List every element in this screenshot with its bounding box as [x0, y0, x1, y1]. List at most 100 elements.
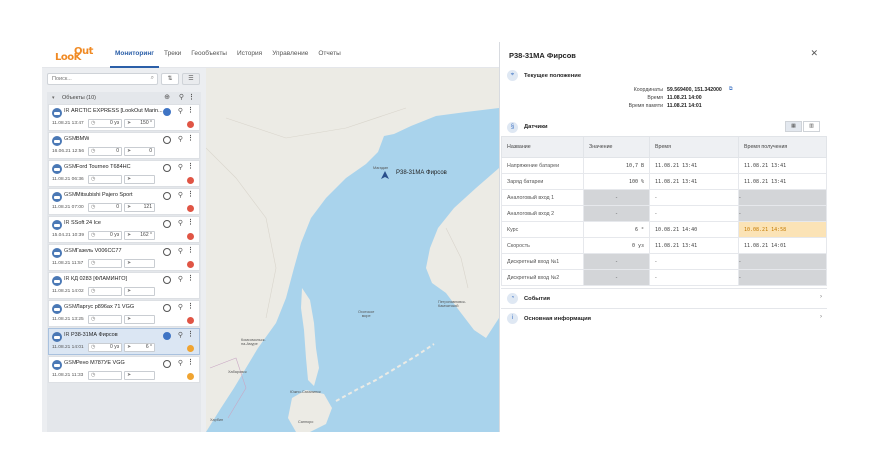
list-item[interactable]: IR КД 0283 [ФЛАМИНГО] 11.08.21 14:02 ◷ ➤ ⚲ ⋮	[48, 272, 200, 299]
target-icon[interactable]	[163, 164, 171, 172]
sensor-value: -	[583, 253, 650, 270]
col-name[interactable]: Название	[501, 136, 584, 158]
more-icon[interactable]: ⋮	[187, 218, 194, 226]
group-header[interactable]: ▾ Объекты (10) ⊕ ⚲ ⋮	[47, 92, 201, 104]
last-update-time: 16.06.21 12:56	[52, 149, 85, 154]
map-label-khabarovsk: Хабаровск	[228, 370, 247, 374]
more-icon[interactable]: ⋮	[188, 92, 195, 104]
lookout-logo[interactable]: LooK Out	[55, 46, 93, 66]
view-toggle-button[interactable]: ☰	[182, 73, 200, 85]
device-type: IR	[64, 332, 70, 338]
target-icon[interactable]: ⊕	[164, 92, 170, 104]
table-row[interactable]: Дискретный вход №1- - -	[501, 253, 827, 270]
route-icon[interactable]: ⚲	[178, 191, 183, 199]
list-item[interactable]: GSM Газель V006СС77 11.08.21 11:57 ◷ ➤ ⚲ ⋮	[48, 244, 200, 271]
chart-view-button[interactable]: ▥	[803, 121, 820, 132]
tab-monitoring[interactable]: Мониторинг	[110, 42, 159, 68]
device-type: GSM	[64, 248, 77, 254]
target-icon[interactable]	[163, 220, 171, 228]
target-icon[interactable]	[163, 332, 171, 340]
more-icon[interactable]: ⋮	[187, 134, 194, 142]
speed-value: 0	[116, 204, 119, 210]
tab-management[interactable]: Управление	[267, 42, 313, 68]
route-icon[interactable]: ⚲	[178, 219, 183, 227]
list-item[interactable]: GSM Mitsubishi Pajero Sport 11.08.21 07:00…	[48, 188, 200, 215]
position-section-title: Текущее положение	[524, 73, 582, 79]
route-icon[interactable]: ⚲	[178, 331, 183, 339]
more-icon[interactable]: ⋮	[187, 162, 194, 170]
route-icon[interactable]: ⚲	[178, 107, 183, 115]
speed-field: ◷ 0	[88, 203, 122, 212]
list-item[interactable]: GSM Ларгус р896ах 71 VGG 11.08.21 13:25 ◷ ➤ ⚲…	[48, 300, 200, 327]
last-update-time: 11.08.21 13:47	[52, 121, 84, 126]
device-type: GSM	[64, 136, 77, 142]
status-badge	[187, 317, 194, 324]
objects-list: ▾ Объекты (10) ⊕ ⚲ ⋮ IR ARCTIC EXPRESS [L…	[47, 92, 201, 432]
more-icon[interactable]: ⋮	[187, 106, 194, 114]
table-row[interactable]: Аналоговый вход 1---	[501, 189, 827, 206]
sort-button[interactable]: ⇅	[161, 73, 179, 85]
tab-history[interactable]: История	[232, 42, 267, 68]
object-name: Р38-31МА Фирсов	[71, 332, 118, 338]
speed-field: ◷ 0 уз	[88, 343, 122, 352]
events-accordion[interactable]: ◔ События ›	[501, 288, 827, 308]
target-icon[interactable]	[163, 304, 171, 312]
route-icon[interactable]: ⚲	[178, 359, 183, 367]
vehicle-avatar-icon	[52, 220, 62, 230]
table-view-button[interactable]: ▦	[785, 121, 802, 132]
target-icon[interactable]	[163, 248, 171, 256]
target-icon[interactable]	[163, 136, 171, 144]
more-icon[interactable]: ⋮	[187, 274, 194, 282]
more-icon[interactable]: ⋮	[187, 190, 194, 198]
sensor-name: Напряжение батареи	[501, 157, 584, 174]
col-received[interactable]: Время получения	[738, 136, 827, 158]
status-badge	[187, 177, 194, 184]
search-icon[interactable]: ⌕	[151, 75, 154, 82]
table-row[interactable]: Напряжение батареи 10,7 В 11.08.21 13:41 11…	[501, 157, 827, 174]
route-icon[interactable]: ⚲	[178, 275, 183, 283]
route-icon[interactable]: ⚲	[178, 247, 183, 255]
tab-reports[interactable]: Отчеты	[313, 42, 345, 68]
vehicle-avatar-icon	[52, 276, 62, 286]
more-icon[interactable]: ⋮	[187, 358, 194, 366]
tab-tracks[interactable]: Треки	[159, 42, 186, 68]
col-value[interactable]: Значение	[583, 136, 650, 158]
tab-geoobjects[interactable]: Геообъекты	[186, 42, 232, 68]
table-row[interactable]: Скорость 0 уз 11.08.21 13:41 11.08.21 14:01	[501, 237, 827, 254]
collapse-arrow-icon[interactable]: ▾	[52, 92, 55, 104]
close-icon[interactable]: ✕	[810, 48, 818, 59]
map-canvas	[206, 68, 499, 432]
course-field: ➤	[124, 287, 155, 296]
list-item[interactable]: IR Р38-31МА Фирсов 11.08.21 14:01 ◷ 0 уз ➤ 6 °…	[48, 328, 200, 355]
copy-icon[interactable]: ⧉	[729, 86, 733, 93]
more-icon[interactable]: ⋮	[187, 246, 194, 254]
last-update-time: 11.08.21 11:33	[52, 373, 84, 378]
list-item[interactable]: IR ARCTIC EXPRESS [LookOut Marin... 11.08.…	[48, 104, 200, 131]
table-row[interactable]: Заряд батареи 100 % 11.08.21 13:41 11.08.21…	[501, 173, 827, 190]
table-row[interactable]: Дискретный вход №2- - -	[501, 269, 827, 286]
route-icon[interactable]: ⚲	[178, 163, 183, 171]
list-item[interactable]: GSM Рено М787УЕ VGG 11.08.21 11:33 ◷ ➤ ⚲ ⋮	[48, 356, 200, 383]
col-time[interactable]: Время	[649, 136, 739, 158]
route-icon[interactable]: ⚲	[178, 135, 183, 143]
map-view[interactable]: Р38-31МА Фирсов Магадан Охотское море Пе…	[206, 68, 499, 432]
target-icon[interactable]	[163, 360, 171, 368]
list-item[interactable]: GSM Ford Tourneo Т684НС 11.08.21 06:36 ◷ ➤ ⚲ ⋮	[48, 160, 200, 187]
vehicle-avatar-icon	[52, 192, 62, 202]
search-input[interactable]	[48, 74, 143, 84]
map-marker-label[interactable]: Р38-31МА Фирсов	[396, 170, 447, 176]
list-item[interactable]: IR SSoft 24 Ice 15.04.21 10:39 ◷ 0 уз ➤ 162 ° ⚲…	[48, 216, 200, 243]
more-icon[interactable]: ⋮	[187, 330, 194, 338]
table-row[interactable]: Курс 6 ° 10.08.21 14:40 10.08.21 14:58	[501, 221, 827, 238]
target-icon[interactable]	[163, 108, 171, 116]
list-item[interactable]: GSM BMW 16.06.21 12:56 ◷ 0 ➤ 0 ⚲ ⋮	[48, 132, 200, 159]
more-icon[interactable]: ⋮	[187, 302, 194, 310]
target-icon[interactable]	[163, 276, 171, 284]
speed-field: ◷	[88, 259, 122, 268]
target-icon[interactable]	[163, 192, 171, 200]
info-accordion[interactable]: i Основная информация ›	[501, 308, 827, 328]
route-icon[interactable]: ⚲	[179, 92, 184, 104]
sensor-name: Дискретный вход №2	[501, 269, 584, 286]
route-icon[interactable]: ⚲	[178, 303, 183, 311]
table-row[interactable]: Аналоговый вход 2---	[501, 205, 827, 222]
